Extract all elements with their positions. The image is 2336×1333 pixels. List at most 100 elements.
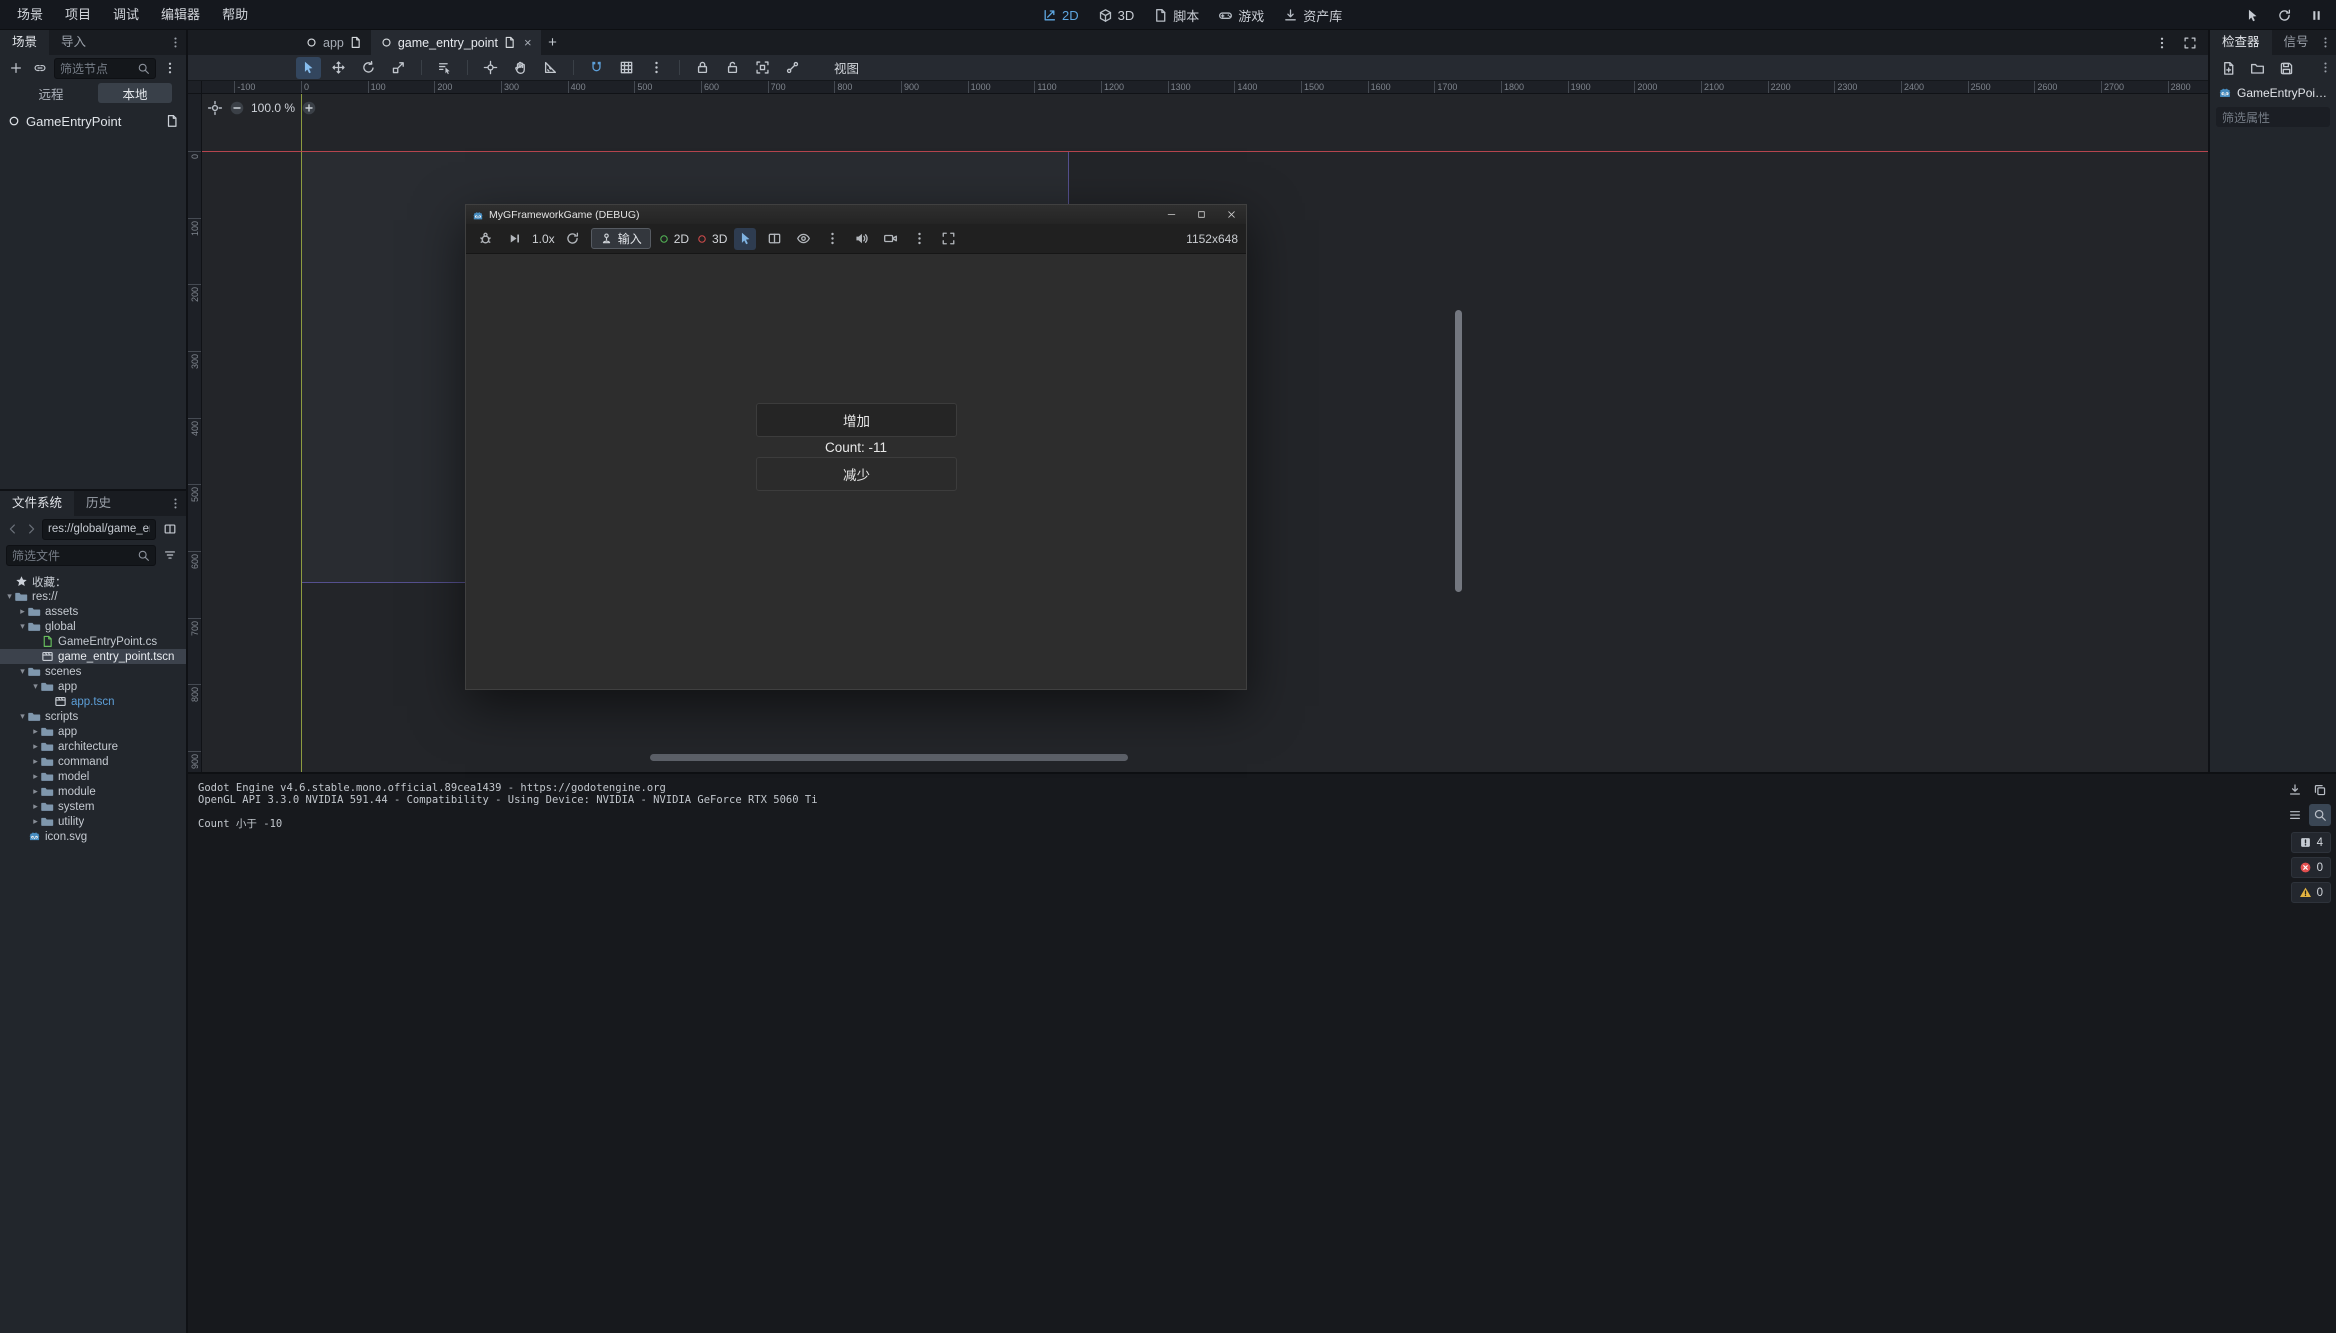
maximize-icon[interactable] (1186, 205, 1216, 224)
file-tree-item-scenes[interactable]: ▾scenes (0, 664, 186, 679)
menu-场景[interactable]: 场景 (6, 0, 54, 30)
inspector-edited-object[interactable]: GameEntryPoint... (2210, 82, 2336, 104)
tree-expand-icon[interactable]: ▸ (17, 606, 28, 617)
zoom-level[interactable]: 100.0 % (251, 101, 295, 115)
log-count-badge[interactable]: 4 (2291, 832, 2331, 853)
workspace-资产库[interactable]: 资产库 (1283, 6, 1342, 25)
workspace-游戏[interactable]: 游戏 (1218, 6, 1264, 25)
smart-snap-icon[interactable] (584, 57, 609, 79)
decrease-button[interactable]: 减少 (756, 457, 957, 491)
snap-options-icon[interactable] (644, 57, 669, 79)
restart-icon[interactable] (2272, 3, 2296, 27)
tab-filesystem[interactable]: 文件系统 (0, 491, 74, 516)
ruler-tool-icon[interactable] (538, 57, 563, 79)
file-tree-item-utility[interactable]: ▸utility (0, 814, 186, 829)
more-options-icon[interactable] (821, 228, 843, 250)
instance-scene-icon[interactable] (30, 58, 50, 78)
split-view-icon[interactable] (160, 519, 180, 539)
pause-icon[interactable] (2304, 3, 2328, 27)
menu-调试[interactable]: 调试 (102, 0, 150, 30)
scene-tree-menu-ic[interactable] (160, 58, 180, 78)
tab-scene[interactable]: 场景 (0, 30, 49, 55)
horizontal-scrollbar[interactable] (650, 754, 1128, 761)
node-filter-input[interactable]: 筛选节点 (54, 58, 156, 79)
file-tree-item-command[interactable]: ▸command (0, 754, 186, 769)
fullscreen-icon[interactable] (937, 228, 959, 250)
next-frame-icon[interactable] (503, 228, 525, 250)
file-tree-item-architecture[interactable]: ▸architecture (0, 739, 186, 754)
workspace-2D[interactable]: 2D (1042, 8, 1079, 23)
error-count-badge[interactable]: 0 (2291, 857, 2331, 878)
file-tree-item-global[interactable]: ▾global (0, 619, 186, 634)
close-icon[interactable] (1216, 205, 1246, 224)
file-tree-item-[interactable]: 收藏： (0, 574, 186, 589)
scene-tab-app[interactable]: app (296, 30, 371, 55)
view-menu-button[interactable]: 视图 (824, 58, 869, 77)
rotate-tool-icon[interactable] (356, 57, 381, 79)
skeleton-options-icon[interactable] (780, 57, 805, 79)
tab-inspector[interactable]: 检查器 (2210, 30, 2272, 55)
file-tree-item-app.tscn[interactable]: app.tscn (0, 694, 186, 709)
load-resource-icon[interactable] (2247, 59, 2267, 79)
filesystem-dock-menu-icon[interactable] (166, 494, 184, 512)
camera-override-icon[interactable] (879, 228, 901, 250)
inspector-dock-menu-icon[interactable] (2316, 33, 2334, 51)
expand-editor-icon[interactable] (2180, 33, 2200, 53)
new-scene-tab-button[interactable]: + (541, 30, 565, 55)
tab-signals[interactable]: 信号 (2272, 30, 2321, 55)
file-tree-item-game_entry_point.tscn[interactable]: game_entry_point.tscn (0, 649, 186, 664)
visibility-icon[interactable] (792, 228, 814, 250)
scene-tree-root-node[interactable]: GameEntryPoint (0, 110, 186, 132)
file-tree-item-res[interactable]: ▾res:// (0, 589, 186, 604)
nav-forward-icon[interactable] (24, 519, 38, 539)
menu-帮助[interactable]: 帮助 (211, 0, 259, 30)
select-tool-icon[interactable] (296, 57, 321, 79)
scale-tool-icon[interactable] (386, 57, 411, 79)
time-scale-button[interactable]: 1.0x (532, 232, 555, 246)
move-tool-icon[interactable] (326, 57, 351, 79)
vertical-scrollbar[interactable] (1455, 310, 1462, 592)
tree-expand-icon[interactable]: ▸ (30, 756, 41, 767)
menu-项目[interactable]: 项目 (54, 0, 102, 30)
tab-import[interactable]: 导入 (49, 30, 98, 55)
nav-back-icon[interactable] (6, 519, 20, 539)
save-log-icon[interactable] (2284, 779, 2306, 801)
audio-mute-icon[interactable] (850, 228, 872, 250)
tree-expand-icon[interactable]: ▾ (17, 711, 28, 722)
runtime-select-tool-icon[interactable] (734, 228, 756, 250)
tree-expand-icon[interactable]: ▾ (17, 621, 28, 632)
sort-files-icon[interactable] (160, 545, 180, 565)
filter-messages-icon[interactable] (2284, 804, 2306, 826)
reset-speed-icon[interactable] (562, 228, 584, 250)
file-tree-item-system[interactable]: ▸system (0, 799, 186, 814)
increase-button[interactable]: 增加 (756, 403, 957, 437)
file-filter-input[interactable]: 筛选文件 (6, 545, 156, 566)
save-resource-icon[interactable] (2276, 59, 2296, 79)
menu-编辑器[interactable]: 编辑器 (150, 0, 211, 30)
copy-log-icon[interactable] (2309, 779, 2331, 801)
workspace-3D[interactable]: 3D (1098, 8, 1135, 23)
extra-menu-icon[interactable] (908, 228, 930, 250)
unlock-node-icon[interactable] (720, 57, 745, 79)
close-tab-icon[interactable]: × (524, 35, 532, 50)
tree-expand-icon[interactable]: ▸ (30, 786, 41, 797)
group-node-icon[interactable] (750, 57, 775, 79)
mouse-select-icon[interactable] (2240, 3, 2264, 27)
zoom-in-icon[interactable] (301, 100, 317, 116)
tab-history[interactable]: 历史 (74, 491, 123, 516)
local-button[interactable]: 本地 (98, 83, 172, 103)
scene-tab-game-entry-point[interactable]: game_entry_point × (371, 30, 541, 55)
zoom-out-icon[interactable] (229, 100, 245, 116)
list-select-tool-icon[interactable] (432, 57, 457, 79)
pivot-tool-icon[interactable] (478, 57, 503, 79)
game-window-titlebar[interactable]: MyGFrameworkGame (DEBUG) (466, 205, 1246, 224)
file-tree-item-scripts[interactable]: ▾scripts (0, 709, 186, 724)
camera-2d-toggle[interactable]: 2D (658, 232, 689, 246)
center-view-icon[interactable] (207, 100, 223, 116)
grid-snap-icon[interactable] (614, 57, 639, 79)
file-tree-item-app[interactable]: ▸app (0, 724, 186, 739)
warning-count-badge[interactable]: 0 (2291, 882, 2331, 903)
new-resource-icon[interactable] (2218, 59, 2238, 79)
file-tree-item-model[interactable]: ▸model (0, 769, 186, 784)
tree-expand-icon[interactable]: ▸ (30, 726, 41, 737)
